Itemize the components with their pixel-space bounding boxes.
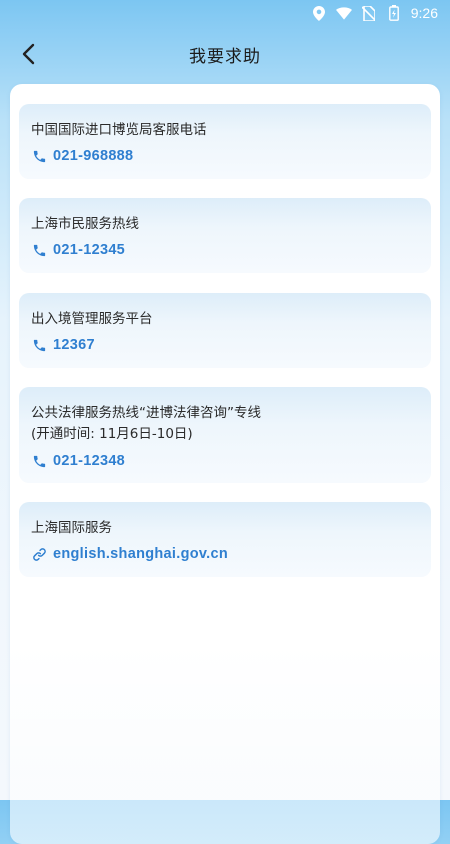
status-bar: 9:26 xyxy=(0,0,450,26)
phone-icon xyxy=(31,242,47,258)
chevron-left-icon xyxy=(22,43,35,65)
card-title: 中国国际进口博览局客服电话 xyxy=(31,122,207,138)
card-title: 上海市民服务热线 xyxy=(31,216,139,232)
battery-icon xyxy=(386,5,402,21)
page-title: 我要求助 xyxy=(189,46,261,67)
help-card-international-service: 上海国际服务 english.shanghai.gov.cn xyxy=(19,502,431,577)
phone-number: 12367 xyxy=(53,337,95,353)
card-title: 公共法律服务热线“进博法律咨询”专线 xyxy=(31,405,261,421)
status-time: 9:26 xyxy=(410,5,438,21)
phone-icon xyxy=(31,453,47,469)
no-sim-icon xyxy=(361,5,377,21)
help-card-legal-hotline: 公共法律服务热线“进博法律咨询”专线 (开通时间: 11月6日-10日) 021… xyxy=(19,387,431,483)
card-note: (开通时间: 11月6日-10日) xyxy=(31,426,193,442)
phone-icon xyxy=(31,148,47,164)
phone-link[interactable]: 021-968888 xyxy=(31,148,133,164)
phone-number: 021-968888 xyxy=(53,148,134,164)
help-panel: 中国国际进口博览局客服电话 021-968888 上海市民服务热线 021-12… xyxy=(10,84,440,844)
wifi-icon xyxy=(335,5,352,21)
card-title: 上海国际服务 xyxy=(31,520,112,536)
help-card-import-expo: 中国国际进口博览局客服电话 021-968888 xyxy=(19,104,431,179)
back-button[interactable] xyxy=(12,38,44,70)
card-title: 出入境管理服务平台 xyxy=(31,311,153,327)
website-url: english.shanghai.gov.cn xyxy=(53,546,229,562)
location-icon xyxy=(311,5,327,21)
phone-link[interactable]: 12367 xyxy=(31,337,95,353)
phone-link[interactable]: 021-12348 xyxy=(31,453,125,469)
help-card-citizen-hotline: 上海市民服务热线 021-12345 xyxy=(19,198,431,273)
phone-icon xyxy=(31,337,47,353)
phone-number: 021-12345 xyxy=(53,242,126,258)
link-icon xyxy=(31,546,47,562)
help-card-immigration: 出入境管理服务平台 12367 xyxy=(19,293,431,368)
phone-link[interactable]: 021-12345 xyxy=(31,242,125,258)
website-link[interactable]: english.shanghai.gov.cn xyxy=(31,546,228,562)
top-bar: 我要求助 xyxy=(0,26,450,82)
phone-number: 021-12348 xyxy=(53,453,126,469)
